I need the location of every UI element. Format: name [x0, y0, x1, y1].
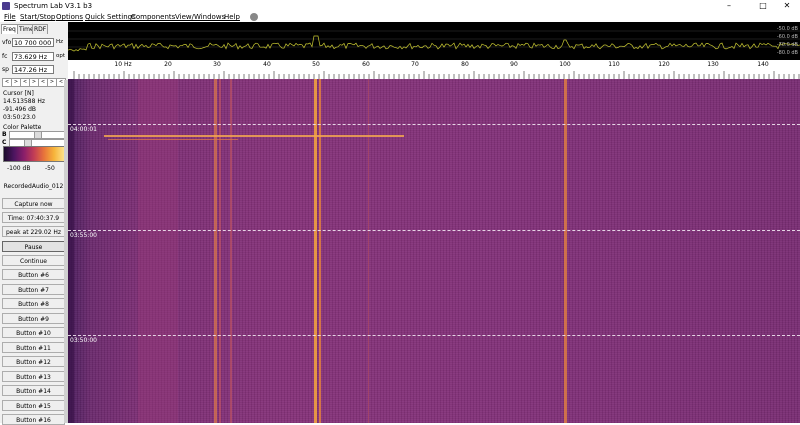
menu-view-windows[interactable]: View/Windows — [175, 12, 225, 22]
tick-label: 140 — [757, 61, 769, 68]
tick-label: 110 — [608, 61, 620, 68]
title-bar: Spectrum Lab V3.1 b3 – □ ✕ — [0, 0, 800, 12]
fc-row: fc 73.629 Hz opt — [1, 52, 67, 62]
time-marker-label: 03:55:00 — [70, 232, 97, 239]
tick-label: 10 Hz — [114, 61, 132, 68]
horizontal-trace — [104, 135, 404, 137]
spectral-line — [564, 79, 567, 423]
time-display: Time: 07:40:37.9 — [2, 212, 65, 223]
tick-label: 30 — [213, 61, 221, 68]
tick-label: 60 — [362, 61, 370, 68]
button-10[interactable]: Button #10 — [2, 327, 65, 338]
low-freq-haze — [138, 79, 178, 423]
tick-label: 100 — [559, 61, 571, 68]
spectral-line — [219, 79, 221, 423]
button-7[interactable]: Button #7 — [2, 284, 65, 295]
fc-label: fc — [2, 53, 8, 60]
maximize-button[interactable]: □ — [752, 0, 774, 12]
button-13[interactable]: Button #13 — [2, 371, 65, 382]
tick-label: 70 — [411, 61, 419, 68]
time-marker-line — [68, 230, 800, 231]
vfo-label: vfo — [2, 39, 12, 46]
button-9[interactable]: Button #9 — [2, 313, 65, 324]
horizontal-trace — [108, 139, 238, 140]
sp-row: sp 147.26 Hz — [1, 65, 67, 75]
app-icon — [2, 2, 10, 10]
palette-max-label: -50 — [45, 165, 55, 172]
palette-min-label: -100 dB — [7, 165, 31, 172]
button-16[interactable]: Button #16 — [2, 414, 65, 425]
button-12[interactable]: Button #12 — [2, 356, 65, 367]
spectral-line — [214, 79, 217, 423]
db-label: -80.0 dB — [776, 50, 798, 56]
menu-help[interactable]: Help — [224, 12, 240, 22]
time-marker-line — [68, 124, 800, 125]
button-14[interactable]: Button #14 — [2, 385, 65, 396]
cursor-frequency: 14.513588 Hz — [3, 98, 46, 105]
waterfall-lines — [68, 79, 567, 423]
spectral-line — [230, 79, 232, 423]
time-marker-line — [68, 335, 800, 336]
frequency-axis[interactable]: 10 Hz 20 30 40 50 60 70 80 90 100 110 12… — [68, 60, 800, 80]
tick-label: 40 — [263, 61, 271, 68]
button-8[interactable]: Button #8 — [2, 298, 65, 309]
waterfall-display[interactable]: 04:00:01 03:55:00 03:50:00 — [68, 79, 800, 423]
tick-label: 50 — [312, 61, 320, 68]
button-11[interactable]: Button #11 — [2, 342, 65, 353]
menu-options[interactable]: Options — [56, 12, 83, 22]
spectrum-trace-area — [68, 30, 800, 52]
sp-label: sp — [2, 66, 9, 73]
color-palette-bar[interactable] — [3, 146, 65, 162]
menu-quick-settings[interactable]: Quick Settings — [85, 12, 136, 22]
menu-start-stop[interactable]: Start/Stop — [20, 12, 55, 22]
control-panel: Freq Time RDF vfo 10 700 000 Hz fc 73.62… — [0, 22, 69, 425]
tab-rdf[interactable]: RDF — [32, 24, 49, 34]
contrast-label: C — [2, 139, 7, 146]
vfo-unit: Hz — [56, 39, 64, 45]
peak-display: peak at 229.02 Hz — [2, 226, 65, 237]
capture-now-button[interactable]: Capture now — [2, 198, 65, 209]
tick-label: 20 — [164, 61, 172, 68]
vfo-row: vfo 10 700 000 Hz — [1, 38, 67, 48]
tick-marks — [73, 71, 800, 79]
cursor-title: Cursor [N] — [3, 90, 34, 97]
db-label: -60.0 dB — [776, 34, 798, 40]
button-6[interactable]: Button #6 — [2, 269, 65, 280]
db-label: -50.0 dB — [776, 26, 798, 32]
tick-label: 80 — [461, 61, 469, 68]
menu-components[interactable]: Components — [131, 12, 175, 22]
time-marker-label: 03:50:00 — [70, 337, 97, 344]
db-label: -70.0 dB — [776, 42, 798, 48]
tick-label: 130 — [707, 61, 719, 68]
vfo-input[interactable]: 10 700 000 — [12, 38, 54, 47]
cursor-level: -91.496 dB — [3, 106, 36, 113]
window-title: Spectrum Lab V3.1 b3 — [14, 2, 93, 10]
status-indicator-icon — [250, 13, 258, 21]
tab-freq[interactable]: Freq — [1, 24, 18, 34]
continue-button[interactable]: Continue — [2, 255, 65, 266]
spectral-line — [314, 79, 317, 423]
sp-input[interactable]: 147.26 Hz — [12, 65, 54, 74]
brightness-thumb[interactable] — [34, 132, 42, 138]
minimize-button[interactable]: – — [718, 0, 740, 12]
palette-title: Color Palette — [3, 124, 42, 131]
spectrum-trace — [68, 35, 800, 52]
menu-bar: File Start/Stop Options Quick Settings C… — [0, 12, 800, 22]
spectrum-display[interactable]: -50.0 dB -60.0 dB -70.0 dB -80.0 dB — [68, 22, 800, 60]
recorded-audio-label: RecordedAudio_012 — [3, 183, 64, 190]
tick-label: 90 — [510, 61, 518, 68]
brightness-track[interactable] — [9, 131, 65, 139]
button-15[interactable]: Button #15 — [2, 400, 65, 411]
menu-file[interactable]: File — [4, 12, 16, 22]
brightness-label: B — [2, 131, 7, 138]
pause-button[interactable]: Pause — [2, 241, 65, 252]
time-marker-label: 04:00:01 — [70, 126, 97, 133]
spectral-line — [368, 79, 369, 423]
fc-input[interactable]: 73.629 Hz — [12, 52, 54, 61]
fc-option-button[interactable]: opt — [56, 53, 65, 59]
tick-label: 120 — [658, 61, 670, 68]
close-button[interactable]: ✕ — [776, 0, 798, 12]
spectral-line — [319, 79, 321, 423]
cursor-time: 03:50:23.0 — [3, 114, 36, 121]
